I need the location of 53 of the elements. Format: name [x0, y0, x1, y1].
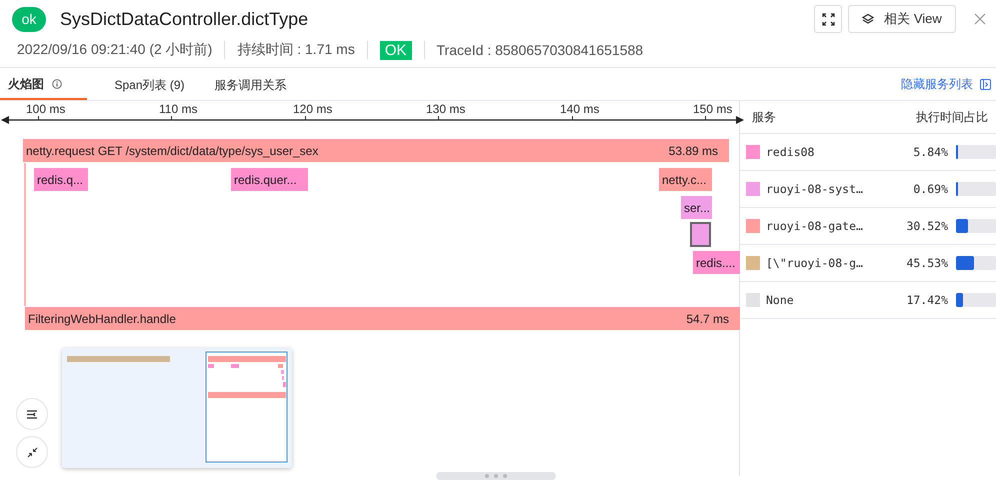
service-name: redis08: [766, 145, 816, 159]
percent-text: 17.42%: [905, 293, 948, 307]
span-bar[interactable]: netty.request GET /system/dict/data/type/sys_user_sex 53.89 ms: [22, 138, 730, 163]
status-badge: OK: [380, 40, 412, 60]
panel-icon[interactable]: [980, 78, 991, 90]
tab[interactable]: 服务调用关系: [207, 68, 294, 100]
percent-text: 5.84%: [912, 145, 948, 159]
tick-mark: [572, 116, 573, 120]
tick-label: 110 ms: [159, 103, 198, 115]
shrink-icon: [26, 446, 38, 458]
tick-mark: [305, 116, 306, 120]
expand-icon: [822, 12, 834, 26]
span-bar[interactable]: redis.q...: [33, 167, 89, 192]
service-name: ruoyi-08-gate…: [766, 219, 864, 233]
column-header: 服务: [752, 108, 776, 126]
layers-icon: [862, 13, 874, 25]
tick-label: 130 ms: [426, 103, 466, 115]
trace-title: SysDictDataController.dictType: [60, 8, 308, 30]
tick-mark: [438, 116, 439, 120]
service-name: ruoyi-08-syst…: [766, 182, 864, 196]
tab[interactable]: 火焰图: [0, 68, 87, 100]
percent-text: 30.52%: [905, 219, 948, 233]
tick-label: 140 ms: [560, 103, 600, 115]
span-bar[interactable]: redis.quer...: [230, 167, 309, 192]
meta-text: TraceId : 8580657030841651588: [436, 42, 644, 58]
tab[interactable]: Span列表 (9): [92, 68, 207, 100]
tick-label: 120 ms: [293, 103, 332, 115]
percent-text: 0.69%: [912, 182, 948, 196]
span-bar[interactable]: ser...: [680, 195, 713, 220]
service-name: None: [766, 293, 795, 307]
minimap[interactable]: [62, 348, 292, 468]
tick-label: 150 ms: [693, 103, 732, 115]
tick-mark: [38, 116, 39, 120]
tick-mark: [171, 116, 172, 120]
service-name: [\"ruoyi-08-g…: [766, 256, 864, 270]
hide-services-link[interactable]: 隐藏服务列表: [901, 76, 973, 92]
column-header: 执行时间占比: [916, 108, 988, 126]
span-bar[interactable]: redis....: [692, 250, 741, 275]
view-button[interactable]: 相关 View: [848, 5, 956, 33]
percent-text: 45.53%: [905, 256, 948, 270]
status-badge: ok: [12, 6, 46, 32]
list-icon: [26, 408, 38, 420]
meta-text: 2022/09/16 09:21:40 (2 小时前): [17, 41, 212, 59]
span-bar[interactable]: netty.c...: [658, 167, 713, 192]
scrollbar[interactable]: [436, 472, 556, 480]
close-icon[interactable]: [974, 13, 986, 25]
tick-mark: [705, 116, 706, 120]
meta-text: 持续时间 : 1.71 ms: [237, 41, 355, 59]
fullscreen-button[interactable]: [814, 5, 842, 33]
tick-label: 100 ms: [26, 103, 66, 115]
span-bar[interactable]: [690, 222, 711, 247]
align-button[interactable]: [16, 398, 48, 430]
span-bar[interactable]: FilteringWebHandler.handle 54.7 ms: [24, 306, 741, 331]
